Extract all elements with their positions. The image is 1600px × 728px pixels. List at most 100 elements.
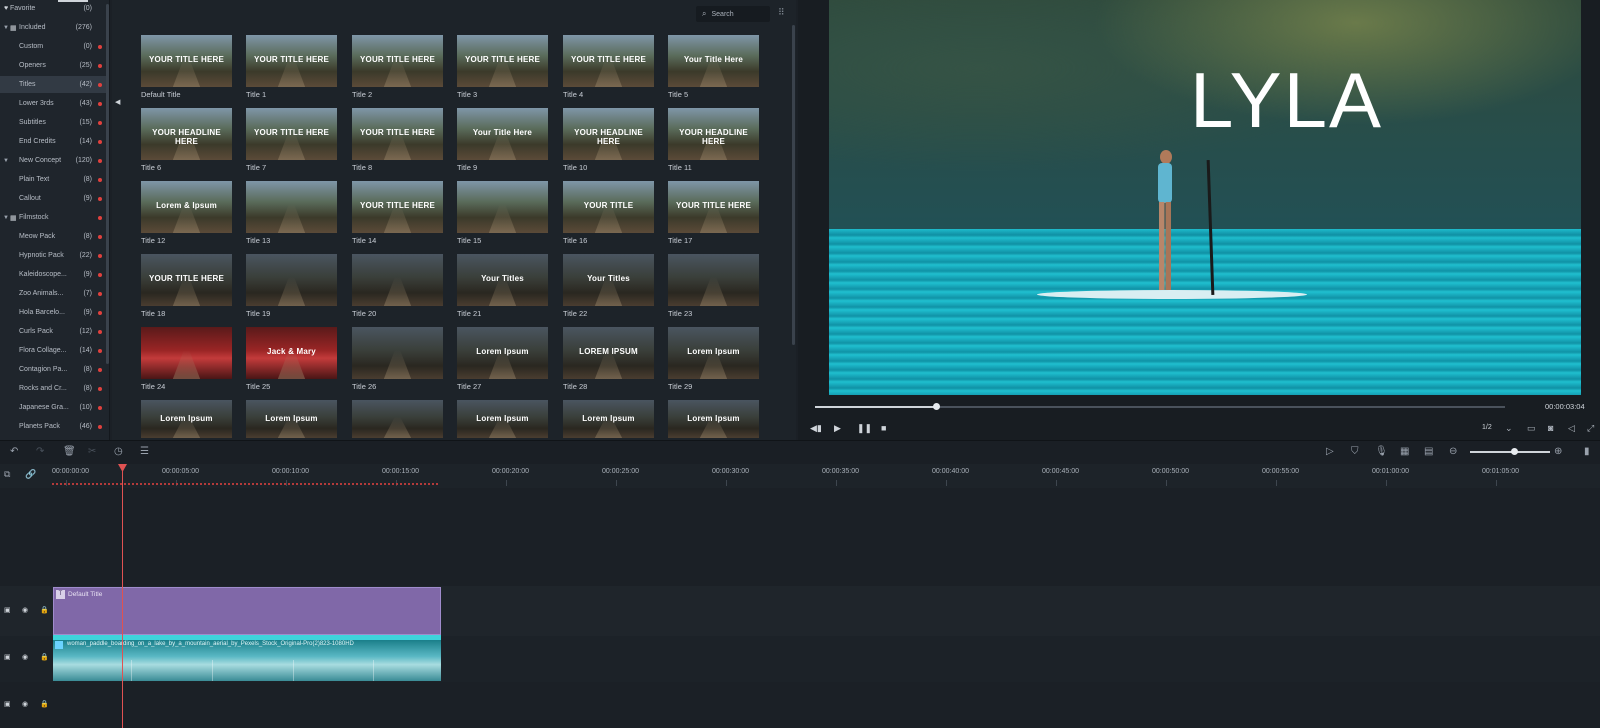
eye-icon[interactable]: ◉ xyxy=(22,700,28,708)
title-template-tile[interactable]: YOUR TITLE HERE Title 3 xyxy=(457,35,548,103)
stop-icon[interactable]: ■ xyxy=(881,423,886,433)
lock-icon[interactable]: 🔒 xyxy=(40,606,49,614)
adjust-icon[interactable]: ☰ xyxy=(140,446,149,457)
chevron-down-icon[interactable]: ⌄ xyxy=(1505,423,1513,434)
sidebar-item[interactable]: ▼ ▦ Filmstock xyxy=(0,209,106,226)
sidebar-item[interactable]: Hypnotic Pack (22) xyxy=(0,247,106,264)
zoom-slider-track[interactable] xyxy=(1470,451,1550,453)
sidebar-item[interactable]: Openers (25) xyxy=(0,57,106,74)
mixer-icon[interactable]: ▦ xyxy=(1400,446,1409,457)
title-template-tile[interactable]: YOUR TITLE HERE Title 17 xyxy=(668,181,759,249)
subtitle-icon[interactable]: ▤ xyxy=(1424,446,1433,457)
sidebar-item[interactable]: Subtitles (15) xyxy=(0,114,106,131)
sidebar-item[interactable]: Contagion Pa... (8) xyxy=(0,361,106,378)
delete-icon[interactable]: 🗑 xyxy=(63,446,76,457)
step-back-icon[interactable]: ◀▮ xyxy=(810,423,822,434)
title-template-tile[interactable]: Title 15 xyxy=(457,181,548,249)
sidebar-item[interactable]: Lower 3rds (43) xyxy=(0,95,106,112)
sidebar-item[interactable]: Callout (9) xyxy=(0,190,106,207)
sidebar-item[interactable]: ▼ ▦ Included (276) xyxy=(0,19,106,36)
title-template-tile[interactable]: Lorem Ipsum xyxy=(457,400,548,440)
redo-icon[interactable]: ↷ xyxy=(36,446,44,457)
monitor-icon[interactable]: ▭ xyxy=(1527,423,1536,434)
title-template-tile[interactable]: Lorem Ipsum xyxy=(668,400,759,440)
zoom-out-icon[interactable]: ⊖ xyxy=(1449,446,1457,457)
playhead-line[interactable] xyxy=(122,464,123,728)
sidebar-item[interactable]: Kaleidoscope... (9) xyxy=(0,266,106,283)
snapshot-icon[interactable]: ◙ xyxy=(1548,423,1553,433)
title-template-tile[interactable]: YOUR HEADLINE HERE Title 11 xyxy=(668,108,759,176)
sidebar-item[interactable]: End Credits (14) xyxy=(0,133,106,150)
preview-ratio-select[interactable]: 1/2 xyxy=(1482,424,1492,431)
title-template-tile[interactable]: Lorem Ipsum xyxy=(141,400,232,440)
play-icon[interactable]: ▶ xyxy=(834,423,841,434)
title-template-tile[interactable]: Title 13 xyxy=(246,181,337,249)
speed-icon[interactable]: ◷ xyxy=(114,446,123,457)
sidebar-item[interactable]: Meow Pack (8) xyxy=(0,228,106,245)
title-template-tile[interactable]: Lorem Ipsum xyxy=(246,400,337,440)
zoom-slider-knob[interactable] xyxy=(1511,448,1518,455)
sidebar-item[interactable]: ♥ Favorite (0) xyxy=(0,0,106,17)
sidebar-item[interactable]: Planets Pack (46) xyxy=(0,418,106,435)
title-template-tile[interactable]: YOUR TITLE HERE Title 18 xyxy=(141,254,232,322)
search-input[interactable]: Search xyxy=(711,11,733,18)
search-box[interactable]: ⌕ Search xyxy=(696,6,770,22)
zoom-in-icon[interactable]: ⊕ xyxy=(1554,446,1562,457)
add-track-icon[interactable]: ⧉ xyxy=(4,469,10,480)
title-template-tile[interactable]: Title 24 xyxy=(141,327,232,395)
title-template-tile[interactable]: Lorem & Ipsum Title 12 xyxy=(141,181,232,249)
title-template-tile[interactable]: LOREM IPSUM Title 28 xyxy=(563,327,654,395)
grid-view-icon[interactable]: ⠿ xyxy=(778,7,785,18)
playback-progress-knob[interactable] xyxy=(932,403,940,410)
title-template-tile[interactable]: YOUR TITLE HERE Title 7 xyxy=(246,108,337,176)
title-template-tile[interactable]: Your Title Here Title 9 xyxy=(457,108,548,176)
title-template-tile[interactable]: YOUR TITLE HERE Default Title xyxy=(141,35,232,103)
undo-icon[interactable]: ↶ xyxy=(10,446,18,457)
sidebar-item[interactable]: Japanese Gra... (10) xyxy=(0,399,106,416)
title-template-tile[interactable]: YOUR TITLE HERE Title 8 xyxy=(352,108,443,176)
title-template-tile[interactable]: YOUR TITLE HERE Title 1 xyxy=(246,35,337,103)
render-icon[interactable]: ▷ xyxy=(1326,446,1334,457)
title-template-tile[interactable]: Lorem Ipsum xyxy=(563,400,654,440)
title-template-tile[interactable] xyxy=(352,400,443,440)
title-template-tile[interactable]: Your Titles Title 21 xyxy=(457,254,548,322)
lock-icon[interactable]: 🔒 xyxy=(40,653,49,661)
lock-icon[interactable]: 🔒 xyxy=(40,700,49,708)
title-template-tile[interactable]: Title 19 xyxy=(246,254,337,322)
sidebar-item[interactable]: Custom (0) xyxy=(0,38,106,55)
link-icon[interactable]: 🔗 xyxy=(25,469,36,480)
title-template-tile[interactable]: YOUR TITLE HERE Title 14 xyxy=(352,181,443,249)
title-template-tile[interactable]: YOUR TITLE HERE Title 4 xyxy=(563,35,654,103)
title-clip[interactable]: T Default Title xyxy=(53,587,441,635)
sidebar-item[interactable]: Hola Barcelo... (9) xyxy=(0,304,106,321)
sidebar-item[interactable]: ▼ New Concept (120) xyxy=(0,152,106,169)
sidebar-item[interactable]: Rocks and Cr... (8) xyxy=(0,380,106,397)
sidebar-item[interactable]: Zoo Animals... (7) xyxy=(0,285,106,302)
sidebar-item[interactable]: Plain Text (8) xyxy=(0,171,106,188)
expand-arrow-icon[interactable]: ▼ xyxy=(3,25,9,31)
eye-icon[interactable]: ◉ xyxy=(22,653,28,661)
pause-icon[interactable]: ❚❚ xyxy=(857,423,872,434)
title-template-tile[interactable]: Jack & Mary Title 25 xyxy=(246,327,337,395)
expand-arrow-icon[interactable]: ▼ xyxy=(3,158,9,164)
title-template-tile[interactable]: Lorem Ipsum Title 27 xyxy=(457,327,548,395)
sidebar-item[interactable]: Curls Pack (12) xyxy=(0,323,106,340)
cut-icon[interactable]: ✂ xyxy=(88,446,96,457)
title-template-tile[interactable]: YOUR TITLE HERE Title 2 xyxy=(352,35,443,103)
microphone-icon[interactable]: 🎙 xyxy=(1375,446,1388,457)
title-template-tile[interactable]: Your Titles Title 22 xyxy=(563,254,654,322)
title-template-tile[interactable]: Title 20 xyxy=(352,254,443,322)
expand-arrow-icon[interactable]: ▼ xyxy=(3,215,9,221)
library-scrollbar[interactable] xyxy=(792,25,795,345)
video-clip[interactable]: woman_paddle_boarding_on_a_lake_by_a_mou… xyxy=(53,635,441,681)
sidebar-item[interactable]: Flora Collage... (14) xyxy=(0,342,106,359)
sidebar-scrollbar[interactable] xyxy=(106,4,109,364)
title-template-tile[interactable]: Title 23 xyxy=(668,254,759,322)
marker-icon[interactable]: ⛉ xyxy=(1351,446,1359,457)
volume-icon[interactable]: ◁ xyxy=(1568,423,1575,434)
title-template-tile[interactable]: Your Title Here Title 5 xyxy=(668,35,759,103)
title-template-tile[interactable]: YOUR TITLE Title 16 xyxy=(563,181,654,249)
title-template-tile[interactable]: YOUR HEADLINE HERE Title 10 xyxy=(563,108,654,176)
title-template-tile[interactable]: Title 26 xyxy=(352,327,443,395)
panel-toggle-icon[interactable]: ▮ xyxy=(1584,446,1590,457)
